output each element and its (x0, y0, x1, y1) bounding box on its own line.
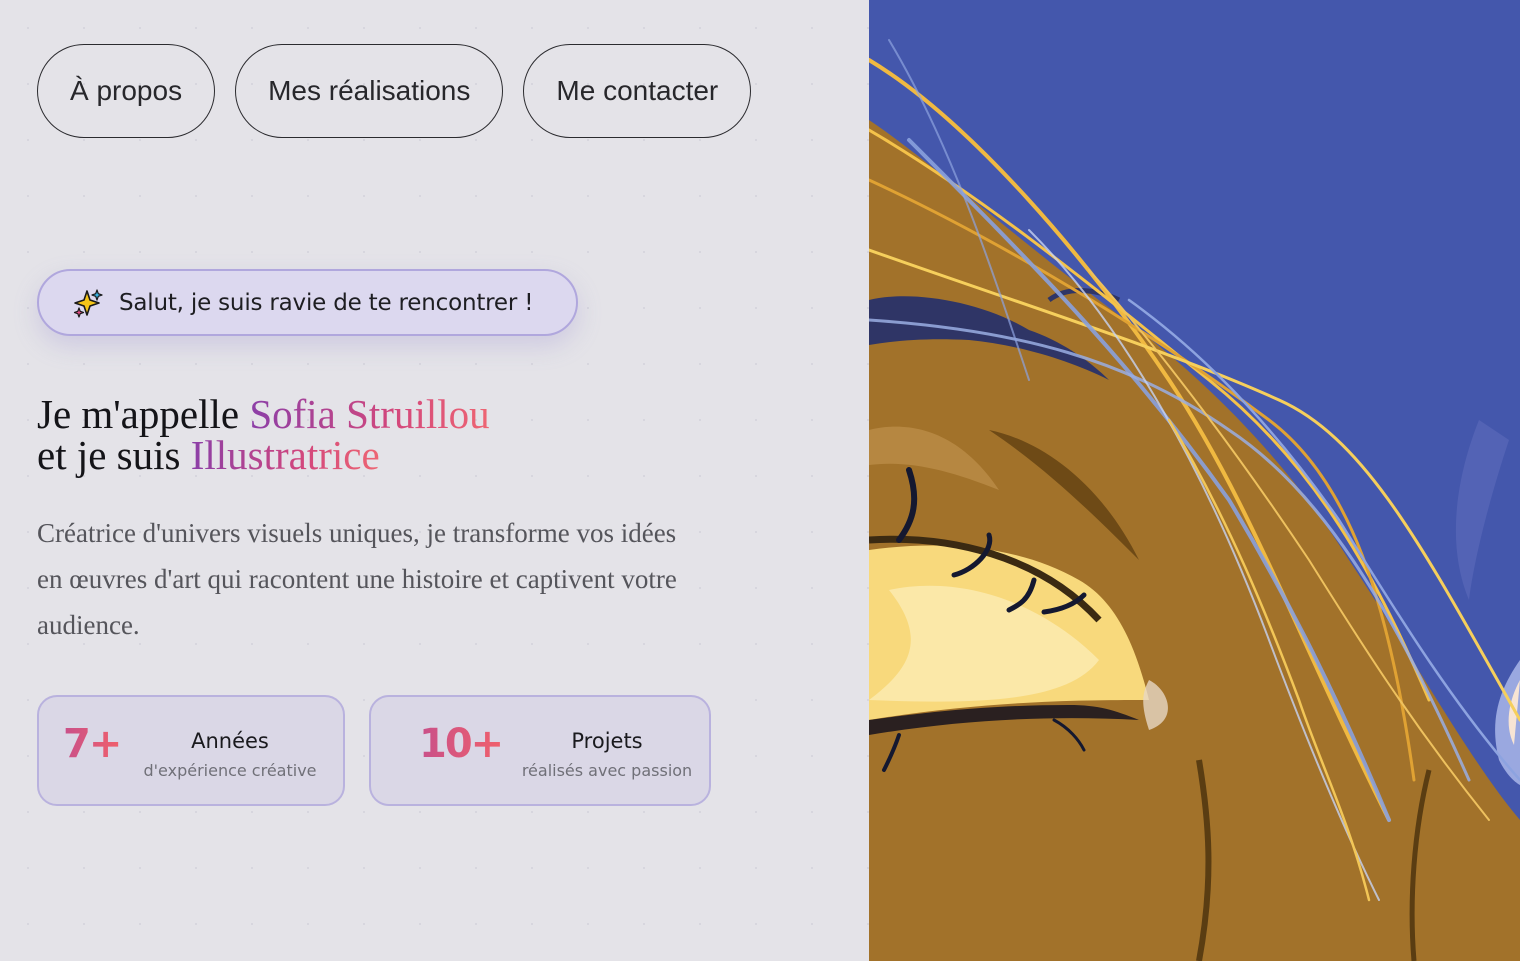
stat-label: Années (191, 729, 269, 753)
nav-about-button[interactable]: À propos (37, 44, 216, 138)
headline-line2-prefix: et je suis (37, 432, 191, 478)
main-nav: À propos Mes réalisations Me contacter (37, 44, 752, 138)
stat-card-projects: 10+ Projets réalisés avec passion (369, 695, 711, 806)
stat-sublabel: réalisés avec passion (521, 761, 693, 780)
stat-value: 10+ (419, 721, 504, 767)
nav-portfolio-button[interactable]: Mes réalisations (235, 44, 504, 138)
artist-role: Illustratrice (190, 432, 380, 478)
headline-line1-prefix: Je m'appelle (37, 391, 250, 437)
hero-illustration (869, 0, 1520, 961)
sparkles-icon (73, 288, 103, 318)
hero-headline: Je m'appelle Sofia Struillou et je suis … (37, 394, 490, 476)
greeting-badge: Salut, je suis ravie de te rencontrer ! (37, 269, 578, 336)
stat-label: Projets (571, 729, 643, 753)
artist-name: Sofia Struillou (249, 391, 490, 437)
stat-sublabel: d'expérience créative (143, 761, 317, 780)
hero-description: Créatrice d'univers visuels uniques, je … (37, 518, 677, 640)
stat-value: 7+ (63, 721, 122, 767)
illustration-face-closeup (869, 0, 1520, 961)
stat-card-years: 7+ Années d'expérience créative (37, 695, 345, 806)
hero-section: À propos Mes réalisations Me contacter S… (0, 0, 869, 961)
greeting-text: Salut, je suis ravie de te rencontrer ! (119, 289, 534, 316)
nav-contact-button[interactable]: Me contacter (523, 44, 752, 138)
